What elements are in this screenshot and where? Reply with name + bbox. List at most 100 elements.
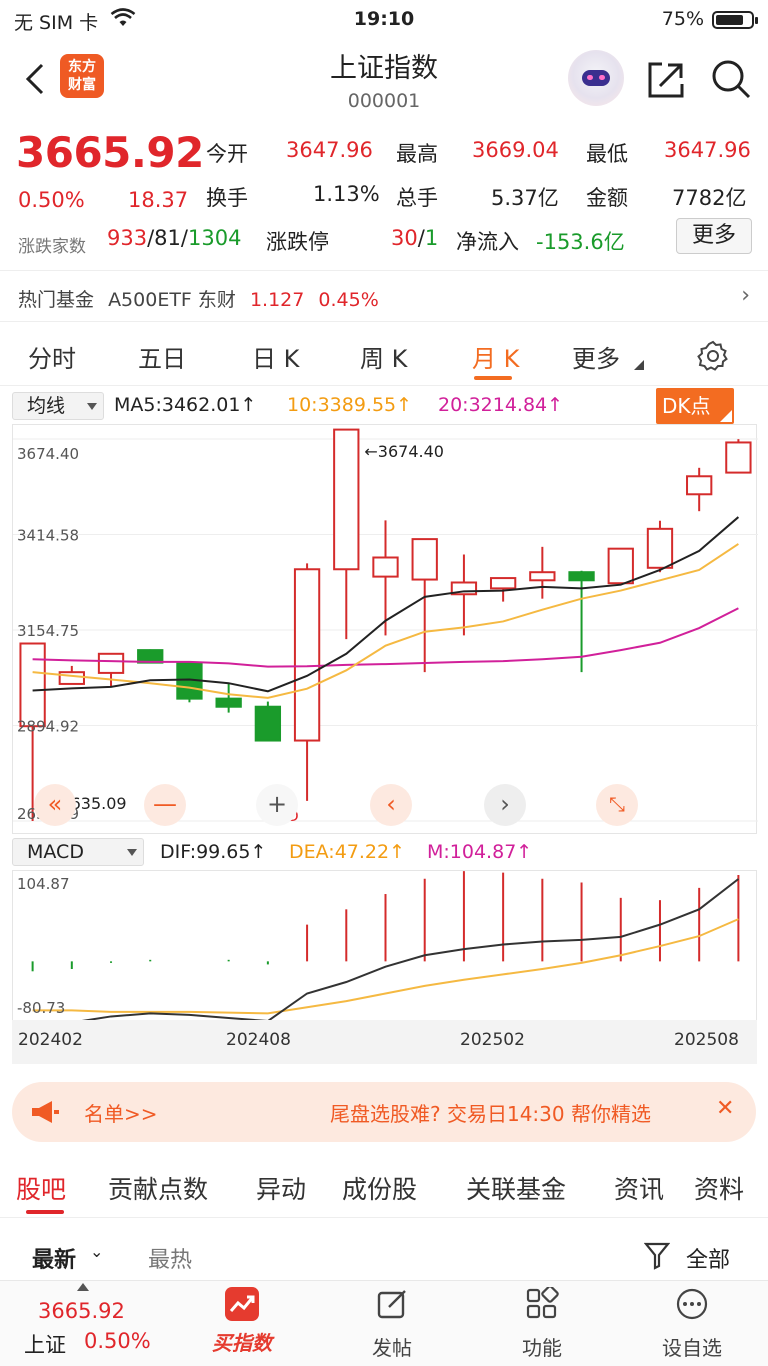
macd-svg: 104.87 -80.73 bbox=[17, 871, 740, 1027]
tab-more[interactable]: 更多 bbox=[572, 339, 620, 374]
banner-right-text: 尾盘选股难? 交易日14:30 帮你精选 bbox=[330, 1102, 651, 1126]
tab-contribution[interactable]: 贡献点数 bbox=[108, 1170, 208, 1206]
active-tab-indicator bbox=[26, 1210, 64, 1214]
assistant-robot-icon[interactable] bbox=[568, 50, 624, 106]
tabbar-index-price: 3665.92 bbox=[38, 1299, 125, 1323]
macd-chart[interactable]: 104.87 -80.73 bbox=[12, 870, 757, 1027]
ma5-value: MA5:3462.01↑ bbox=[114, 394, 257, 416]
open-label: 今开 bbox=[206, 142, 248, 166]
fullscreen-icon[interactable]: ⤡ bbox=[596, 784, 638, 826]
megaphone-icon bbox=[32, 1101, 59, 1123]
y-tick-label: 104.87 bbox=[17, 875, 70, 893]
candlestick-chart[interactable]: 3674.403414.583154.752894.922635.09←3674… bbox=[12, 424, 758, 834]
candle-body bbox=[215, 697, 242, 708]
close-icon[interactable]: ✕ bbox=[716, 1096, 734, 1121]
y-tick-label: 3154.75 bbox=[17, 622, 79, 640]
high-annotation: ←3674.40 bbox=[364, 442, 444, 461]
indicator-select[interactable]: 均线 bbox=[12, 392, 104, 420]
candle-body bbox=[607, 547, 634, 585]
tab-guba[interactable]: 股吧 bbox=[16, 1170, 66, 1206]
candle-body bbox=[58, 671, 85, 685]
next-icon[interactable]: › bbox=[484, 784, 526, 826]
banner-left-text: 名单>> bbox=[84, 1102, 158, 1126]
hot-fund-row[interactable]: 热门基金 A500ETF 东财 1.127 0.45% › bbox=[0, 270, 768, 322]
prev-icon[interactable]: ‹ bbox=[370, 784, 412, 826]
candle-body bbox=[97, 652, 125, 674]
tab-intraday[interactable]: 分时 bbox=[28, 339, 76, 374]
tab-weekly-k[interactable]: 周 K bbox=[360, 339, 407, 374]
sort-latest[interactable]: 最新 bbox=[32, 1242, 76, 1274]
breadth-values: 933/81/1304 bbox=[107, 226, 242, 250]
macd-legend: MACD DIF:99.65↑ DEA:47.22↑ M:104.87↑ bbox=[0, 838, 768, 868]
candle-body bbox=[529, 571, 556, 582]
ma-legend: 均线 MA5:3462.01↑ 10:3389.55↑ 20:3214.84↑ … bbox=[0, 388, 768, 424]
tab-daily-k[interactable]: 日 K bbox=[252, 339, 299, 374]
volume-label: 总手 bbox=[396, 186, 438, 210]
more-quote-button[interactable]: 更多 bbox=[676, 218, 752, 254]
candle-body bbox=[686, 475, 713, 496]
post-tab[interactable]: 发帖 bbox=[350, 1287, 434, 1361]
y-tick-label: 2894.92 bbox=[17, 717, 79, 735]
volume-value: 5.37亿 bbox=[491, 186, 559, 210]
amount-value: 7782亿 bbox=[672, 186, 747, 210]
date-label: 202402 bbox=[18, 1030, 83, 1050]
date-label: 202508 bbox=[674, 1030, 739, 1050]
hot-fund-name: A500ETF 东财 bbox=[108, 289, 236, 311]
netflow-value: -153.6亿 bbox=[536, 230, 625, 254]
sort-hot[interactable]: 最热 bbox=[148, 1242, 192, 1274]
header: 东方 财富 上证指数 000001 bbox=[0, 38, 768, 120]
tab-news[interactable]: 资讯 bbox=[614, 1170, 664, 1206]
limit-values: 30/1 bbox=[391, 226, 439, 250]
macd-select[interactable]: MACD bbox=[12, 838, 144, 866]
candle-body bbox=[254, 705, 282, 742]
trend-up-icon bbox=[225, 1287, 259, 1321]
share-icon[interactable] bbox=[646, 60, 686, 100]
date-label: 202408 bbox=[226, 1030, 291, 1050]
hot-fund-label: 热门基金 bbox=[18, 289, 95, 311]
buy-index-tab[interactable]: 买指数 bbox=[200, 1287, 284, 1356]
more-dots-icon bbox=[676, 1288, 708, 1320]
add-watchlist-tab[interactable]: 设自选 bbox=[650, 1287, 734, 1361]
candle-body bbox=[646, 527, 674, 569]
low-label: 最低 bbox=[586, 142, 628, 166]
low-value: 3647.96 bbox=[664, 138, 751, 162]
section-tabs: 股吧 贡献点数 异动 成份股 关联基金 资讯 资料 bbox=[0, 1152, 768, 1218]
active-tab-indicator bbox=[474, 376, 512, 380]
battery-percent: 75% bbox=[661, 8, 704, 30]
scroll-left-icon[interactable]: « bbox=[34, 784, 76, 826]
high-label: 最高 bbox=[396, 142, 438, 166]
y-tick-label: 3414.58 bbox=[17, 526, 79, 544]
ma10-value: 10:3389.55↑ bbox=[287, 394, 413, 416]
zoom-out-icon[interactable]: — bbox=[144, 784, 186, 826]
tab-five-day[interactable]: 五日 bbox=[138, 339, 186, 374]
netflow-label: 净流入 bbox=[456, 230, 519, 254]
candle-body bbox=[489, 577, 517, 590]
promo-banner[interactable]: 名单>> 尾盘选股难? 交易日14:30 帮你精选 ✕ bbox=[12, 1082, 756, 1142]
caret-up-icon bbox=[77, 1283, 89, 1291]
settings-gear-icon[interactable] bbox=[697, 340, 729, 372]
zoom-in-icon[interactable]: + bbox=[256, 784, 298, 826]
filter-icon[interactable] bbox=[644, 1242, 670, 1270]
date-label: 202502 bbox=[460, 1030, 525, 1050]
candle-body bbox=[411, 538, 438, 581]
tab-related-funds[interactable]: 关联基金 bbox=[466, 1170, 566, 1206]
status-bar: 无 SIM 卡 19:10 75% bbox=[0, 0, 768, 38]
high-value: 3669.04 bbox=[472, 138, 559, 162]
change-percent: 0.50% bbox=[18, 188, 85, 212]
turnover-label: 换手 bbox=[206, 186, 248, 210]
candlestick-svg: 3674.403414.583154.752894.922635.09←3674… bbox=[13, 428, 758, 825]
function-tab[interactable]: 功能 bbox=[500, 1285, 584, 1361]
tab-monthly-k[interactable]: 月 K bbox=[472, 339, 519, 374]
tabbar-index-pct: 0.50% bbox=[84, 1329, 151, 1353]
turnover-value: 1.13% bbox=[313, 182, 380, 206]
date-axis: 202402 202408 202502 202508 bbox=[12, 1020, 757, 1064]
tab-constituents[interactable]: 成份股 bbox=[342, 1170, 417, 1206]
candle-body bbox=[725, 441, 752, 474]
search-icon[interactable] bbox=[710, 58, 752, 100]
filter-all[interactable]: 全部 bbox=[686, 1242, 730, 1274]
tab-movement[interactable]: 异动 bbox=[256, 1170, 306, 1206]
limit-label: 涨跌停 bbox=[266, 230, 329, 254]
hot-fund-pct: 0.45% bbox=[318, 289, 379, 311]
candle-body bbox=[333, 428, 360, 571]
tab-profile[interactable]: 资料 bbox=[694, 1170, 744, 1206]
